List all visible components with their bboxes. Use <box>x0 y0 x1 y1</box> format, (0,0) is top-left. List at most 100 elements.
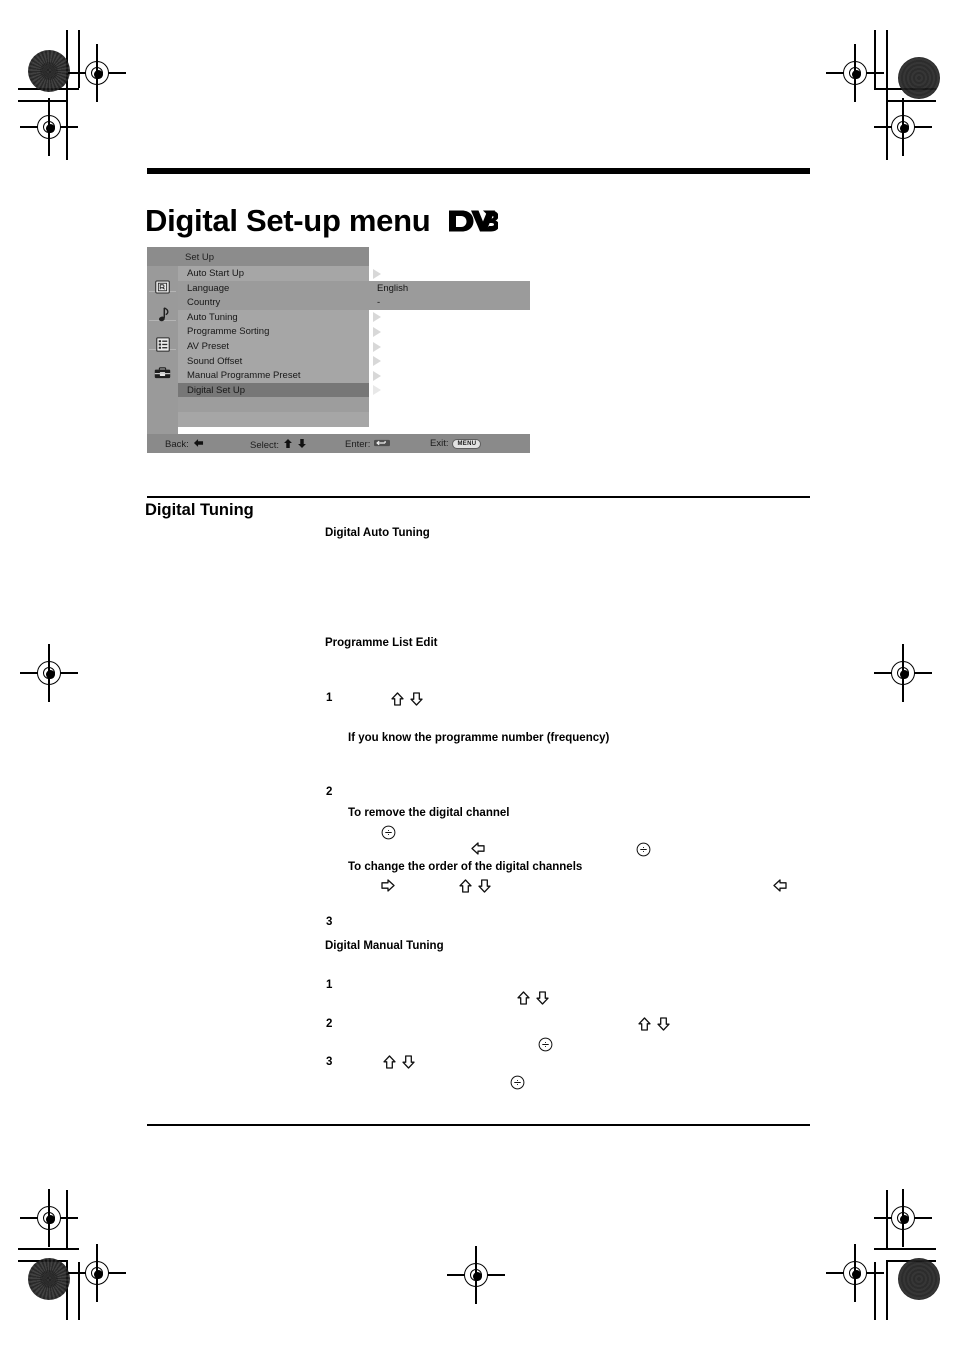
down-arrow-outline-icon <box>478 879 491 898</box>
subheading-digital-auto-tuning: Digital Auto Tuning <box>325 527 430 539</box>
page-content: Digital Set-up menu Set Up Auto Start Up… <box>0 0 954 1350</box>
osd-menu-item[interactable]: Manual Programme Preset <box>178 368 530 383</box>
chevron-right-icon <box>373 370 381 381</box>
chevron-right-icon <box>373 385 381 396</box>
osd-title-bar: Set Up <box>147 247 369 266</box>
up-arrow-outline-icon <box>459 879 472 898</box>
osd-menu-item-label: Auto Tuning <box>187 311 238 323</box>
osd-menu-item-value: - <box>377 297 381 309</box>
osd-hint-exit-label: Exit: <box>430 438 449 449</box>
chevron-right-icon <box>373 312 381 323</box>
glyph-enter-b <box>636 842 651 862</box>
step-number-1: 1 <box>326 692 333 704</box>
osd-menu-item[interactable]: AV Preset <box>178 339 530 354</box>
up-arrow-outline-icon <box>391 692 404 711</box>
section-heading: Digital Tuning <box>145 501 254 519</box>
up-arrow-outline-icon <box>638 1017 651 1036</box>
circle-enter-icon <box>510 1075 525 1095</box>
glyph-left-a <box>471 842 485 860</box>
tv-osd-screenshot: Set Up Auto Start Up Language English Co… <box>147 247 530 453</box>
circle-enter-icon <box>636 842 651 862</box>
page-title-text: Digital Set-up menu <box>145 202 431 238</box>
glyph-enter-d <box>510 1075 525 1095</box>
title-rule <box>147 168 810 174</box>
osd-menu-item[interactable]: Auto Tuning <box>178 309 530 325</box>
osd-hint-back: Back: <box>165 438 204 451</box>
glyph-updown-5 <box>383 1055 415 1074</box>
osd-menu-item[interactable]: Auto Start Up <box>178 266 530 281</box>
subheading-change-order: To change the order of the digital chann… <box>348 861 583 873</box>
left-arrow-outline-icon <box>773 879 787 897</box>
left-arrow-solid-icon <box>193 438 204 451</box>
osd-menu-item[interactable]: Country - <box>178 295 530 310</box>
glyph-right-a <box>381 879 395 897</box>
osd-menu-rows: Auto Start Up Language English Country - Auto… <box>178 266 530 434</box>
step-number-2: 2 <box>326 786 333 798</box>
down-arrow-solid-icon <box>297 438 307 452</box>
step-number-2b: 2 <box>326 1018 333 1030</box>
up-arrow-outline-icon <box>517 991 530 1010</box>
osd-menu-item-value: English <box>377 282 409 294</box>
sound-note-icon[interactable] <box>151 305 174 325</box>
setup-toolbox-icon[interactable] <box>151 363 174 383</box>
step-number-1b: 1 <box>326 979 333 991</box>
step-number-3: 3 <box>326 916 333 928</box>
glyph-left-b <box>773 879 787 897</box>
glyph-updown-3 <box>517 991 549 1010</box>
circle-enter-icon <box>538 1037 553 1057</box>
osd-hint-exit: Exit: MENU <box>430 438 482 449</box>
bottom-rule <box>147 1124 810 1126</box>
down-arrow-outline-icon <box>657 1017 670 1036</box>
osd-menu-item-label: Auto Start Up <box>187 268 245 279</box>
osd-hint-enter-label: Enter: <box>345 439 371 450</box>
subheading-programme-list-edit: Programme List Edit <box>325 637 438 649</box>
up-arrow-outline-icon <box>383 1055 396 1074</box>
dvb-logo-icon <box>448 205 499 241</box>
menu-button-icon: MENU <box>452 438 482 449</box>
page-title: Digital Set-up menu <box>145 202 499 241</box>
down-arrow-outline-icon <box>536 991 549 1010</box>
osd-menu-item[interactable]: Programme Sorting <box>178 324 530 339</box>
osd-title-label: Set Up <box>185 252 215 263</box>
picture-icon[interactable] <box>151 277 174 297</box>
glyph-updown-4 <box>638 1017 670 1036</box>
osd-hint-enter: Enter: <box>345 438 391 451</box>
osd-menu-item-background <box>178 295 530 310</box>
chevron-right-icon <box>373 341 381 352</box>
osd-menu-item-label: Programme Sorting <box>187 326 270 338</box>
glyph-updown-1 <box>391 692 423 711</box>
osd-menu-item-label: Digital Set Up <box>187 384 246 396</box>
subheading-remove-channel: To remove the digital channel <box>348 807 510 819</box>
osd-hint-bar: Back: Select: Enter: Exit: MENU <box>147 434 530 453</box>
features-list-icon[interactable] <box>151 334 174 354</box>
down-arrow-outline-icon <box>402 1055 415 1074</box>
osd-hint-back-label: Back: <box>165 439 189 450</box>
osd-menu-item-background <box>178 397 369 412</box>
enter-key-icon <box>374 438 391 451</box>
down-arrow-outline-icon <box>410 692 423 711</box>
osd-sidebar <box>147 266 178 434</box>
chevron-right-icon <box>373 268 381 279</box>
osd-menu-item[interactable]: Language English <box>178 280 530 296</box>
osd-menu-item-label: Sound Offset <box>187 355 243 367</box>
osd-menu-item-label: Country <box>187 297 221 309</box>
right-arrow-outline-icon <box>381 879 395 897</box>
osd-menu-item-label: AV Preset <box>187 341 230 352</box>
osd-menu-item-background <box>178 280 530 296</box>
osd-menu-item[interactable]: Sound Offset <box>178 353 530 369</box>
osd-menu-item[interactable]: Digital Set Up <box>178 382 530 398</box>
osd-menu-empty-row <box>178 397 530 412</box>
circle-enter-icon <box>381 825 396 845</box>
osd-hint-select: Select: <box>250 438 307 452</box>
osd-menu-empty-row <box>178 412 530 427</box>
osd-menu-item-background <box>178 412 369 427</box>
section-rule <box>147 496 810 498</box>
osd-hint-select-label: Select: <box>250 439 280 451</box>
osd-menu-item-label: Language <box>187 282 230 294</box>
up-arrow-solid-icon <box>283 438 293 452</box>
left-arrow-outline-icon <box>471 842 485 860</box>
glyph-enter-c <box>538 1037 553 1057</box>
subheading-digital-manual-tuning: Digital Manual Tuning <box>325 940 444 952</box>
subheading-programme-number: If you know the programme number (freque… <box>348 732 610 744</box>
chevron-right-icon <box>373 326 381 337</box>
